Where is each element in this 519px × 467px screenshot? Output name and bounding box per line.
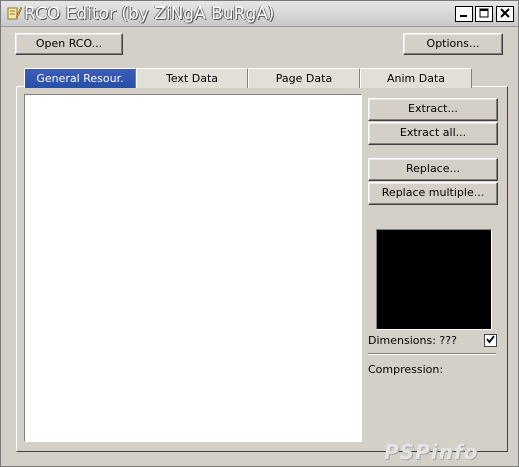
watermark-logo: PSPinfo: [384, 440, 479, 464]
extract-button[interactable]: Extract...: [368, 98, 498, 121]
tab-general-resources[interactable]: General Resour.: [24, 68, 136, 88]
replace-multiple-button[interactable]: Replace multiple...: [368, 182, 498, 205]
minimize-icon: [459, 8, 469, 21]
tab-page-data[interactable]: Page Data: [248, 68, 360, 88]
extract-all-button[interactable]: Extract all...: [368, 122, 498, 145]
minimize-button[interactable]: [455, 6, 473, 22]
dimensions-label: Dimensions: ???: [368, 334, 457, 347]
resource-list[interactable]: [24, 94, 362, 442]
maximize-button[interactable]: [475, 6, 493, 22]
tab-anim-data[interactable]: Anim Data: [360, 68, 472, 88]
window-title: RCO Editor (by ZiNgA BuRgA): [24, 4, 275, 24]
open-rco-button[interactable]: Open RCO...: [15, 33, 123, 55]
separator: [368, 353, 496, 355]
close-icon: [500, 7, 510, 21]
pencil-icon: [6, 5, 23, 21]
tab-strip: General Resour. Text Data Page Data Anim…: [22, 68, 472, 88]
tab-text-data[interactable]: Text Data: [136, 68, 248, 88]
checkmark-icon: [486, 334, 495, 347]
dimensions-checkbox[interactable]: [484, 334, 497, 347]
close-button[interactable]: [496, 6, 514, 22]
maximize-icon: [479, 8, 489, 21]
compression-label: Compression:: [368, 363, 444, 376]
replace-button[interactable]: Replace...: [368, 158, 498, 181]
options-button[interactable]: Options...: [403, 33, 503, 55]
image-preview: [376, 229, 492, 330]
